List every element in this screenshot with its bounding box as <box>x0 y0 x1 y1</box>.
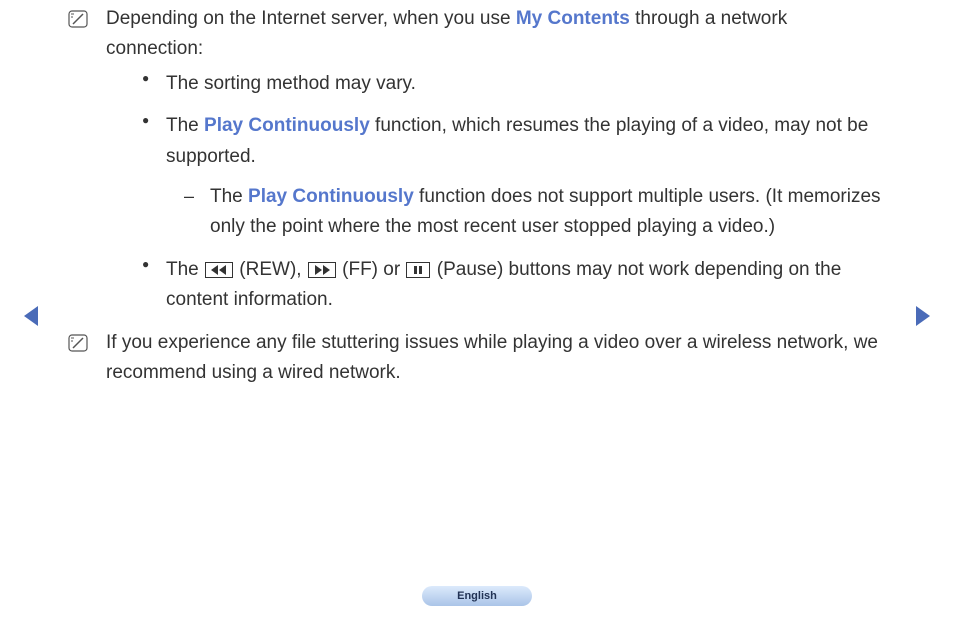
language-badge: English <box>422 586 532 606</box>
note-text-2: If you experience any file stuttering is… <box>106 328 884 389</box>
bullet-1-text: The sorting method may vary. <box>166 73 416 94</box>
play-continuously-highlight-1: Play Continuously <box>204 115 370 136</box>
note-block-1: Depending on the Internet server, when y… <box>98 4 884 316</box>
play-continuously-highlight-2: Play Continuously <box>248 186 414 207</box>
note-text-1: Depending on the Internet server, when y… <box>106 4 884 316</box>
note-icon <box>68 8 88 26</box>
bullet-item-1: The sorting method may vary. <box>142 69 884 99</box>
sub-item-1: The Play Continuously function does not … <box>184 182 884 243</box>
sub-1-prefix: The <box>210 186 248 207</box>
fast-forward-icon <box>308 262 336 278</box>
bullet-3-ff: (FF) or <box>337 259 406 280</box>
bullet-2-prefix: The <box>166 115 204 136</box>
bullet-3-rew: (REW), <box>234 259 307 280</box>
next-page-arrow[interactable] <box>914 304 932 328</box>
note-block-2: If you experience any file stuttering is… <box>98 328 884 389</box>
note2-text: If you experience any file stuttering is… <box>106 332 878 383</box>
sub-list: The Play Continuously function does not … <box>184 182 884 243</box>
bullet-3-p1: The <box>166 259 204 280</box>
note-icon <box>68 332 88 350</box>
prev-page-arrow[interactable] <box>22 304 40 328</box>
document-content: Depending on the Internet server, when y… <box>0 0 954 388</box>
bullet-list: The sorting method may vary. The Play Co… <box>142 69 884 316</box>
bullet-item-3: The (REW), (FF) or (Pause) buttons may n… <box>142 255 884 316</box>
my-contents-highlight: My Contents <box>516 8 630 29</box>
rewind-icon <box>205 262 233 278</box>
pause-icon <box>406 262 430 278</box>
note1-intro-prefix: Depending on the Internet server, when y… <box>106 8 516 29</box>
bullet-item-2: The Play Continuously function, which re… <box>142 111 884 243</box>
